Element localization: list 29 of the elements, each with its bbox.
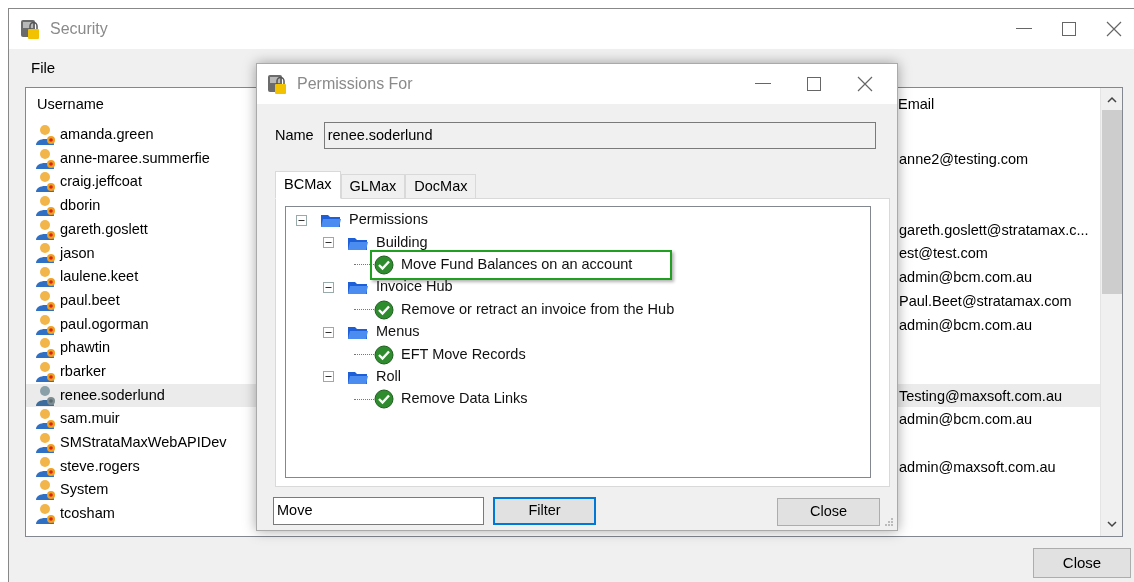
email-cell: admin@maxsoft.com.au (899, 458, 1056, 475)
username-cell-text: phawtin (60, 338, 110, 358)
username-cell-text: gareth.goslett (60, 219, 148, 239)
name-label: Name (275, 125, 314, 145)
email-cell: admin@bcm.com.au (899, 411, 1033, 428)
email-cell: admin@bcm.com.au (899, 316, 1033, 333)
dialog-title: Permissions For (297, 74, 413, 94)
window-title: Security (50, 19, 108, 39)
username-cell-text: dborin (60, 196, 101, 216)
username-cell-text: laulene.keet (60, 267, 139, 287)
email-cell: gareth.goslett@stratamax.c... (899, 221, 1089, 238)
username-cell-text: SMStrataMaxWebAPIDev (60, 432, 227, 452)
username-cell-text: renee.soderlund (60, 385, 165, 405)
username-cell-text: paul.ogorman (60, 314, 149, 334)
username-cell-text: amanda.green (60, 124, 154, 144)
username-cell-text: jason (60, 243, 95, 263)
username-cell-text: paul.beet (60, 290, 120, 310)
username-cell-text: rbarker (60, 361, 106, 381)
username-cell-text: steve.rogers (60, 456, 140, 476)
email-cell: anne2@testing.com (899, 150, 1029, 167)
email-cell: Testing@maxsoft.com.au (899, 387, 1062, 404)
email-cell: Paul.Beet@stratamax.com (899, 292, 1072, 309)
username-cell-text: anne-maree.summerfie (60, 148, 210, 168)
username-cell-text: tcosham (60, 503, 115, 523)
username-cell-text: System (60, 480, 109, 500)
email-cell: est@test.com (899, 245, 988, 262)
email-cell: admin@bcm.com.au (899, 269, 1033, 286)
username-cell-text: craig.jeffcoat (60, 172, 142, 192)
username-cell-text: sam.muir (60, 409, 120, 429)
